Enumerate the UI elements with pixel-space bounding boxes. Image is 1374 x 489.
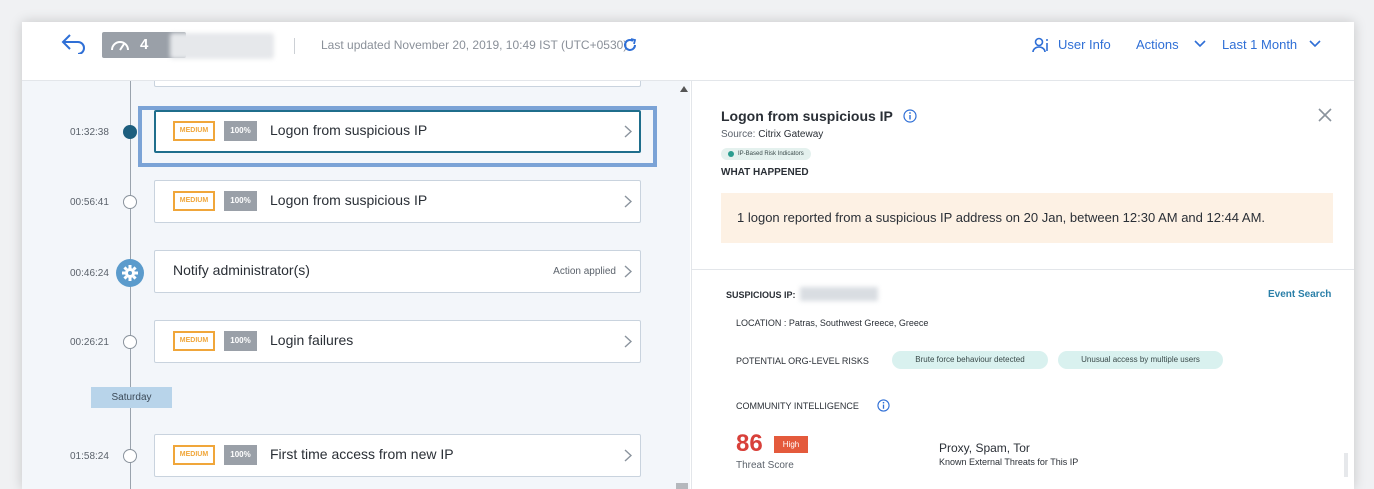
confidence-badge: 100% <box>224 121 257 141</box>
gear-icon <box>116 259 144 287</box>
timeline-card[interactable]: Notify administrator(s) Action applied <box>154 250 641 293</box>
info-icon[interactable] <box>903 109 917 123</box>
detail-title: Logon from suspicious IP <box>721 108 893 124</box>
timeline-card[interactable]: MEDIUM 100% First time access from new I… <box>154 434 641 477</box>
timeline-card[interactable]: MEDIUM 100% Logon from suspicious IP <box>154 180 641 223</box>
event-title: Logon from suspicious IP <box>270 122 428 138</box>
event-title: Logon from suspicious IP <box>270 192 428 208</box>
severity-badge: MEDIUM <box>173 121 215 141</box>
chevron-right-icon <box>624 449 632 462</box>
chevron-right-icon <box>624 195 632 208</box>
timeline-scrollbar[interactable] <box>678 84 690 489</box>
event-time: 00:46:24 <box>70 268 109 279</box>
top-bar: 4 Last updated November 20, 2019, 10:49 … <box>22 22 1354 81</box>
timeline-card[interactable]: MEDIUM 100% Login failures <box>154 320 641 363</box>
threat-categories-label: Known External Threats for This IP <box>939 457 1079 467</box>
threat-level-badge: High <box>774 436 808 453</box>
summary-box: 1 logon reported from a suspicious IP ad… <box>721 193 1333 243</box>
actions-dropdown[interactable]: Actions <box>1136 37 1179 52</box>
source-value: Citrix Gateway <box>758 129 824 140</box>
threat-categories: Proxy, Spam, Tor <box>939 441 1030 455</box>
threat-score-label: Threat Score <box>736 460 794 471</box>
scroll-thumb[interactable] <box>676 483 688 489</box>
event-time: 01:32:38 <box>70 127 109 138</box>
confidence-badge: 100% <box>224 445 257 465</box>
chevron-right-icon <box>624 265 632 278</box>
source-label: Source: <box>721 129 756 140</box>
event-time: 01:58:24 <box>70 451 109 462</box>
day-separator: Saturday <box>91 387 172 408</box>
timeline-card-partial[interactable] <box>154 81 641 87</box>
risk-chip: Unusual access by multiple users <box>1058 351 1223 369</box>
summary-text: 1 logon reported from a suspicious IP ad… <box>737 210 1266 225</box>
community-intelligence-label: COMMUNITY INTELLIGENCE <box>736 401 859 411</box>
confidence-badge: 100% <box>224 191 257 211</box>
detail-source: Source: Citrix Gateway <box>721 129 823 140</box>
severity-badge: MEDIUM <box>173 445 215 465</box>
chevron-right-icon <box>624 335 632 348</box>
user-name-redacted <box>170 33 274 59</box>
indicator-tag: IP-Based Risk Indicators <box>721 148 811 160</box>
back-arrow-icon[interactable] <box>60 32 90 56</box>
divider <box>692 269 1354 270</box>
close-icon[interactable] <box>1318 108 1332 122</box>
risk-chip: Brute force behaviour detected <box>892 351 1048 369</box>
timeline-dot <box>123 195 137 209</box>
event-search-link[interactable]: Event Search <box>1268 289 1331 300</box>
threat-score-value: 86 <box>736 430 763 457</box>
risk-score: 4 <box>140 36 149 53</box>
gauge-icon <box>111 41 129 51</box>
event-title: Notify administrator(s) <box>173 262 310 278</box>
refresh-icon[interactable] <box>622 37 638 53</box>
last-updated-text: Last updated November 20, 2019, 10:49 IS… <box>321 38 628 52</box>
ip-address-redacted <box>800 287 878 301</box>
user-info-icon[interactable] <box>1032 36 1050 54</box>
divider <box>294 38 295 54</box>
what-happened-heading: WHAT HAPPENED <box>721 167 809 178</box>
timeline-card-selected[interactable]: MEDIUM 100% Logon from suspicious IP <box>154 110 641 153</box>
chevron-down-icon[interactable] <box>1194 40 1206 48</box>
location-text: LOCATION : Patras, Southwest Greece, Gre… <box>736 318 929 328</box>
timeline-dot <box>123 125 137 139</box>
action-status: Action applied <box>553 266 616 277</box>
timeline-dot <box>123 335 137 349</box>
chevron-down-icon[interactable] <box>1309 40 1321 48</box>
timeline-dot <box>123 449 137 463</box>
confidence-badge: 100% <box>224 331 257 351</box>
detail-scrollbar[interactable] <box>1344 453 1348 477</box>
info-icon[interactable] <box>877 399 890 412</box>
event-title: Login failures <box>270 332 354 348</box>
event-time: 00:56:41 <box>70 197 109 208</box>
tag-label: IP-Based Risk Indicators <box>738 151 804 157</box>
severity-badge: MEDIUM <box>173 331 215 351</box>
scroll-up-arrow-icon[interactable] <box>680 86 688 92</box>
time-range-dropdown[interactable]: Last 1 Month <box>1222 37 1297 52</box>
event-title: First time access from new IP <box>270 446 454 462</box>
event-detail-panel: Logon from suspicious IP Source: Citrix … <box>691 81 1354 489</box>
chevron-right-icon <box>624 125 632 138</box>
suspicious-ip-label: SUSPICIOUS IP: <box>726 290 796 300</box>
tag-dot <box>728 151 734 157</box>
risks-label: POTENTIAL ORG-LEVEL RISKS <box>736 356 869 366</box>
severity-badge: MEDIUM <box>173 191 215 211</box>
user-info-link[interactable]: User Info <box>1058 37 1111 52</box>
incident-window: 4 Last updated November 20, 2019, 10:49 … <box>22 22 1354 489</box>
event-time: 00:26:21 <box>70 337 109 348</box>
